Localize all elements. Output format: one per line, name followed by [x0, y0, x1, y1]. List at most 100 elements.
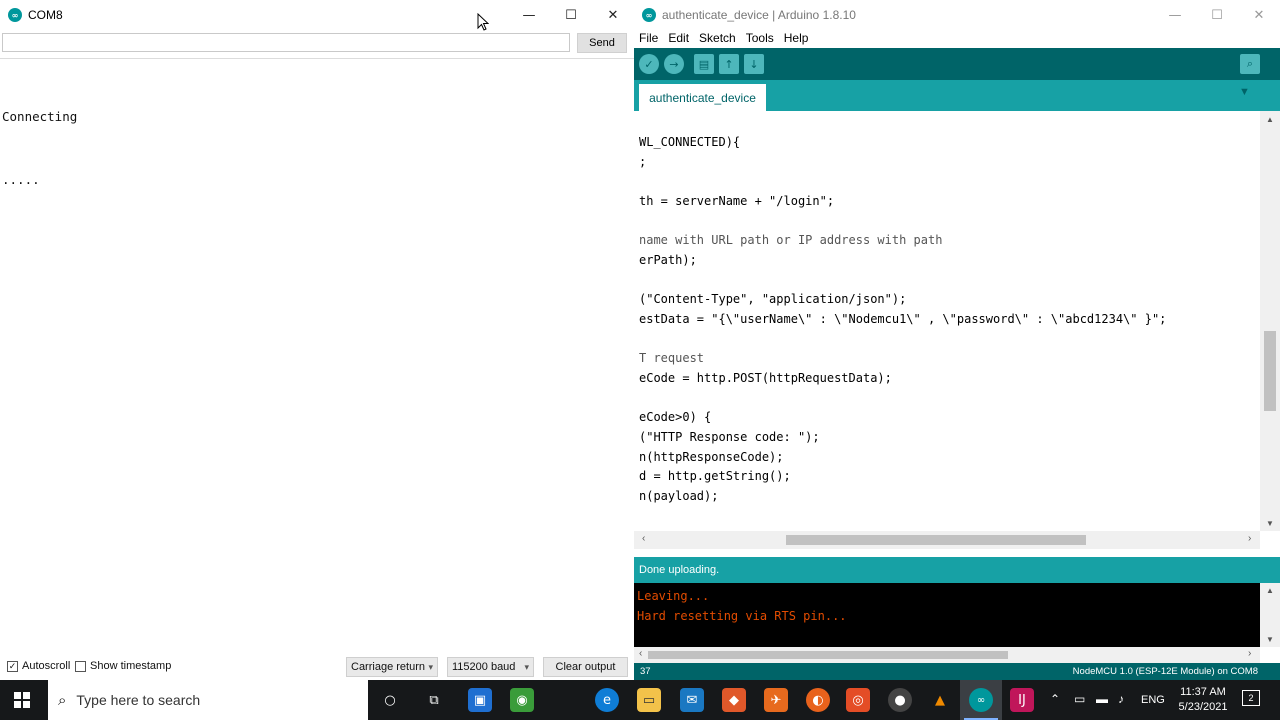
send-button[interactable]: Send [577, 33, 627, 53]
file-explorer-icon[interactable]: ▭ [637, 688, 661, 712]
arduino-taskbar-icon[interactable]: ∞ [969, 688, 993, 712]
line-ending-select[interactable]: Carriage return ▾ [346, 657, 438, 677]
mouse-cursor-icon [477, 13, 489, 31]
scroll-down-icon[interactable]: ▼ [1266, 519, 1274, 528]
code-line: WL_CONNECTED){ [639, 135, 741, 149]
minimize-icon[interactable]: — [1154, 0, 1196, 30]
edge-icon[interactable]: e [595, 688, 619, 712]
code-line: th = serverName + "/login"; [639, 194, 835, 208]
console-line: Hard resetting via RTS pin... [637, 609, 847, 623]
maximize-icon[interactable]: ☐ [1196, 0, 1238, 30]
close-icon[interactable]: ✕ [1238, 0, 1280, 30]
status-bar: Done uploading. [634, 557, 1280, 583]
menu-edit[interactable]: Edit [663, 30, 694, 48]
line-number: 37 [640, 666, 651, 677]
sketch-tabs: authenticate_device ▼ [634, 80, 1280, 111]
network-icon[interactable]: ▭ [1074, 692, 1085, 706]
ide-toolbar: ✓ → ▤ ↑ ↓ ⌕ [634, 48, 1280, 80]
serial-monitor-window: ∞ COM8 — ☐ ✕ Send Connecting ..... ✓ Aut… [0, 0, 635, 680]
scroll-thumb[interactable] [786, 535, 1086, 545]
notification-icon[interactable]: 2 [1242, 690, 1260, 706]
app-green-icon[interactable]: ◉ [510, 688, 534, 712]
scroll-thumb[interactable] [648, 651, 1008, 659]
ide-bottom-bar: 37 NodeMCU 1.0 (ESP-12E Module) on COM8 [634, 663, 1280, 680]
show-timestamp-label: Show timestamp [90, 660, 172, 672]
save-icon[interactable]: ↓ [744, 54, 764, 74]
console-vertical-scrollbar[interactable]: ▲ ▼ [1260, 583, 1280, 647]
scroll-up-icon[interactable]: ▲ [1266, 586, 1274, 595]
scroll-right-icon[interactable]: › [1248, 533, 1251, 544]
menu-sketch[interactable]: Sketch [694, 30, 741, 48]
scroll-left-icon[interactable]: ‹ [639, 648, 642, 659]
arduino-ide-window: ∞ authenticate_device | Arduino 1.8.10 —… [634, 0, 1280, 680]
scroll-left-icon[interactable]: ‹ [642, 533, 645, 544]
search-icon: ⌕ [58, 691, 67, 709]
ubuntu-icon[interactable]: ◎ [846, 688, 870, 712]
code-line: estData = "{\"userName\" : \"Nodemcu1\" … [639, 312, 1167, 326]
volume-icon[interactable]: ♪ [1118, 692, 1124, 706]
mail-icon[interactable]: ✉ [680, 688, 704, 712]
code-line: ("HTTP Response code: "); [639, 430, 820, 444]
intellij-icon[interactable]: IJ [1010, 688, 1034, 712]
postman-icon[interactable]: ✈ [764, 688, 788, 712]
scroll-thumb[interactable] [1264, 331, 1276, 411]
maximize-icon[interactable]: ☐ [550, 0, 592, 30]
chevron-down-icon: ▾ [428, 661, 433, 672]
store-icon[interactable]: ▣ [468, 688, 492, 712]
autoscroll-label: Autoscroll [22, 660, 71, 672]
task-view-icon[interactable]: ⧉ [422, 688, 446, 712]
baud-rate-select[interactable]: 115200 baud ▾ [447, 657, 534, 677]
clear-output-button[interactable]: Clear output [543, 657, 628, 677]
arduino-logo-icon: ∞ [642, 8, 656, 22]
cortana-icon[interactable]: ○ [378, 688, 402, 712]
editor-vertical-scrollbar[interactable]: ▲ ▼ [1260, 111, 1280, 531]
ide-window-controls: — ☐ ✕ [1154, 0, 1280, 30]
battery-icon[interactable]: ▬ [1096, 692, 1108, 706]
board-info: NodeMCU 1.0 (ESP-12E Module) on COM8 [1072, 666, 1258, 677]
upload-icon[interactable]: → [664, 54, 684, 74]
taskbar-search[interactable]: ⌕ Type here to search [48, 680, 368, 720]
serial-monitor-icon[interactable]: ⌕ [1240, 54, 1260, 74]
code-line: n(payload); [639, 489, 719, 503]
firefox-icon[interactable]: ◐ [806, 688, 830, 712]
autoscroll-checkbox[interactable]: ✓ [7, 661, 18, 672]
output-line: ..... [2, 172, 40, 187]
show-timestamp-checkbox[interactable] [75, 661, 86, 672]
minimize-icon[interactable]: — [508, 0, 550, 30]
line-ending-value: Carriage return [351, 661, 425, 673]
chevron-up-icon[interactable]: ⌃ [1050, 692, 1060, 706]
verify-icon[interactable]: ✓ [639, 54, 659, 74]
open-icon[interactable]: ↑ [719, 54, 739, 74]
scroll-right-icon[interactable]: › [1248, 648, 1251, 659]
code-line: erPath); [639, 253, 697, 267]
code-editor[interactable]: WL_CONNECTED){ ; th = serverName + "/log… [634, 111, 1260, 531]
code-line: ("Content-Type", "application/json"); [639, 292, 907, 306]
serial-send-input[interactable] [2, 33, 570, 52]
menu-help[interactable]: Help [779, 30, 814, 48]
new-sketch-icon[interactable]: ▤ [694, 54, 714, 74]
arduino-logo-icon: ∞ [8, 8, 22, 22]
menu-tools[interactable]: Tools [741, 30, 779, 48]
brave-icon[interactable]: ◆ [722, 688, 746, 712]
scroll-down-icon[interactable]: ▼ [1266, 635, 1274, 644]
language-indicator[interactable]: ENG [1141, 694, 1165, 706]
console-line: Leaving... [637, 589, 710, 603]
clock-time: 11:37 AM [1180, 686, 1226, 698]
tab-menu-chevron-icon[interactable]: ▼ [1239, 86, 1250, 98]
code-line: eCode>0) { [639, 410, 712, 424]
windows-start-icon[interactable] [10, 688, 34, 712]
code-line: eCode = http.POST(httpRequestData); [639, 371, 892, 385]
serial-title: COM8 [28, 8, 63, 22]
menu-file[interactable]: File [634, 30, 663, 48]
code-line: ; [639, 155, 647, 169]
code-line: n(httpResponseCode); [639, 450, 784, 464]
console-horizontal-scrollbar[interactable]: ‹ › [634, 647, 1260, 663]
obs-icon[interactable]: ● [888, 688, 912, 712]
clock[interactable]: 11:37 AM 5/23/2021 [1172, 685, 1234, 715]
vlc-icon[interactable]: ▲ [928, 688, 952, 712]
close-icon[interactable]: ✕ [592, 0, 634, 30]
scroll-up-icon[interactable]: ▲ [1266, 115, 1274, 124]
tab-authenticate-device[interactable]: authenticate_device [639, 84, 766, 111]
editor-horizontal-scrollbar[interactable]: ‹ › [634, 531, 1260, 549]
chevron-down-icon: ▾ [524, 661, 529, 672]
